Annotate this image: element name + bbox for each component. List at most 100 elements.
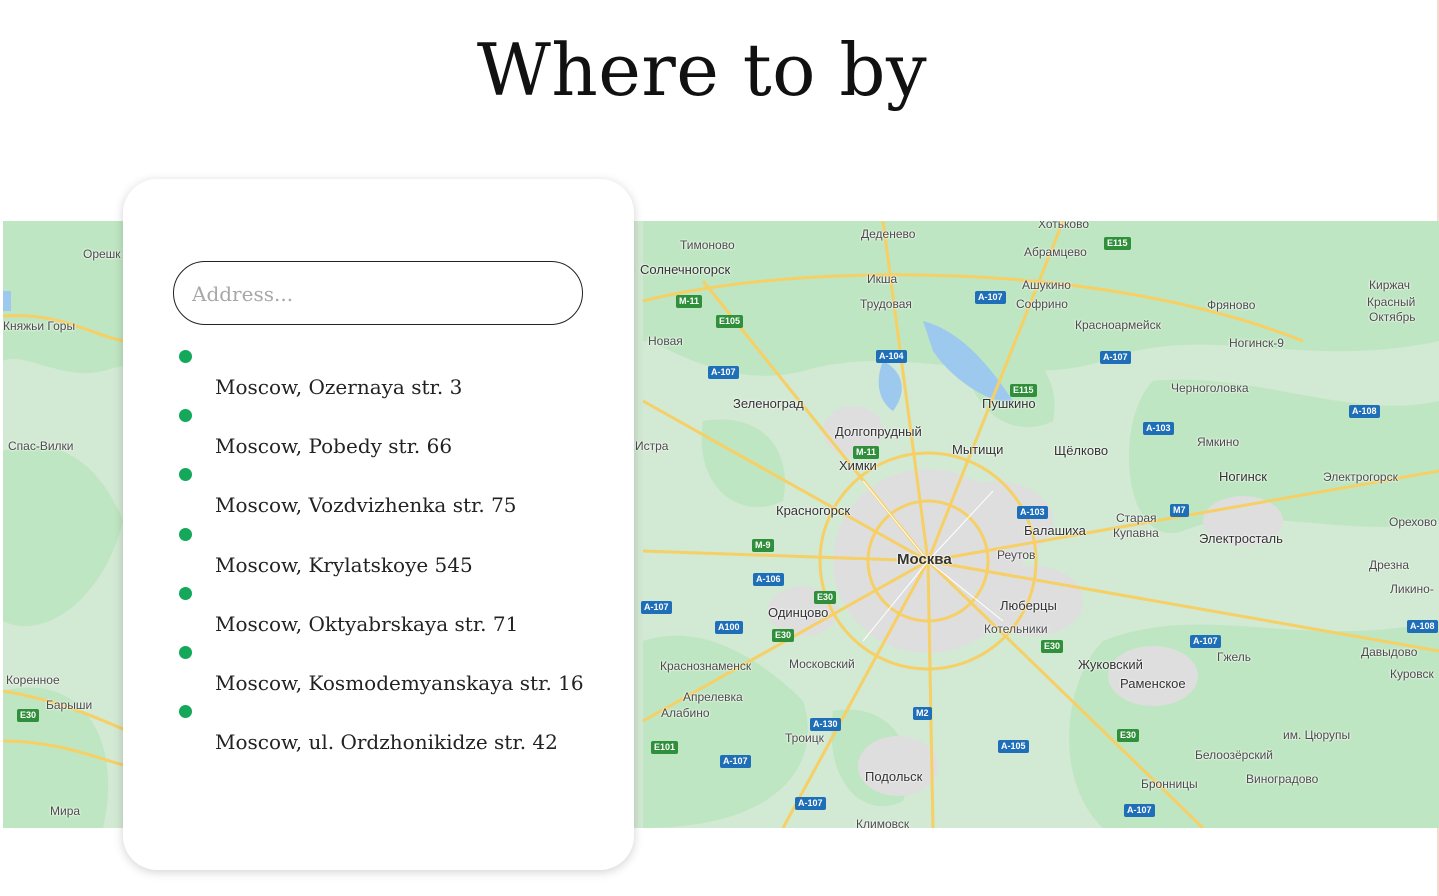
map-label: Реутов: [997, 548, 1036, 562]
road-shield: E30: [1041, 640, 1064, 653]
map-label: Абрамцево: [1024, 245, 1087, 259]
address-list-item[interactable]: Moscow, Vozdvizhenka str. 75: [123, 465, 634, 524]
map-label: Орешк: [83, 247, 121, 261]
map-label: Ликино-: [1390, 582, 1434, 596]
address-search-box[interactable]: [173, 261, 583, 325]
address-text[interactable]: Moscow, ul. Ordzhonikidze str. 42: [215, 730, 558, 754]
location-marker-icon: [179, 586, 192, 600]
map-label: Московский: [789, 657, 855, 671]
map-label: Люберцы: [1000, 598, 1057, 613]
road-shield: A-108: [1349, 405, 1380, 418]
address-list-item[interactable]: Moscow, Oktyabrskaya str. 71: [123, 584, 634, 643]
road-shield: A-107: [1124, 804, 1155, 817]
address-list-item[interactable]: Moscow, Krylatskoye 545: [123, 525, 634, 584]
map-label: Котельники: [984, 622, 1048, 636]
location-marker-icon: [179, 350, 192, 363]
map-label: Коренное: [6, 673, 60, 687]
map-label: Истра: [635, 439, 669, 453]
road-shield: A-107: [975, 291, 1006, 304]
location-marker-icon: [179, 645, 192, 659]
map-label: Белоозёрский: [1195, 748, 1274, 762]
map-label: Электросталь: [1199, 531, 1283, 546]
road-shield: A-103: [1143, 422, 1174, 435]
address-list-item[interactable]: Moscow, Kosmodemyanskaya str. 16: [123, 643, 634, 702]
road-shield: A-107: [641, 601, 672, 614]
map-label: Красный: [1367, 295, 1416, 309]
address-list-item[interactable]: Moscow, Pobedy str. 66: [123, 406, 634, 465]
map-label: Долгопрудный: [835, 424, 922, 439]
map-label: Зеленоград: [733, 396, 804, 411]
map-label: Октябрь: [1369, 310, 1416, 324]
road-shield: A-106: [753, 573, 784, 586]
address-search-input[interactable]: [190, 262, 564, 325]
map-label: Трудовая: [860, 297, 912, 311]
map-label: Балашиха: [1024, 523, 1086, 538]
store-locator-card: Moscow, Ozernaya str. 3 Moscow, Pobedy s…: [123, 179, 634, 870]
map-label: Краснознаменск: [660, 659, 752, 673]
road-shield: A-107: [1190, 635, 1221, 648]
address-list-item[interactable]: Moscow, ul. Ordzhonikidze str. 42: [123, 702, 634, 761]
map-label: Солнечногорск: [640, 262, 731, 277]
road-shield: A-108: [1407, 620, 1438, 633]
road-shield: A-107: [795, 797, 826, 810]
address-text[interactable]: Moscow, Oktyabrskaya str. 71: [215, 612, 518, 636]
map-label: Тимоново: [680, 238, 735, 252]
road-shield: E105: [716, 315, 744, 328]
map-label: Апрелевка: [683, 690, 743, 704]
road-shield: M-9: [752, 539, 774, 552]
map-label-capital: Москва: [897, 551, 952, 568]
map-label: Икша: [867, 272, 898, 286]
road-shield: A-107: [720, 755, 751, 768]
map-label: Троицк: [785, 731, 824, 745]
address-text[interactable]: Moscow, Vozdvizhenka str. 75: [215, 493, 517, 517]
address-text[interactable]: Moscow, Pobedy str. 66: [215, 434, 452, 458]
map-label: Мира: [50, 804, 81, 818]
map-label: Ямкино: [1197, 435, 1240, 449]
road-shield: M7: [1170, 504, 1189, 517]
road-shield: E30: [772, 629, 795, 642]
road-shield: A-130: [810, 718, 841, 731]
road-shield: E115: [1010, 384, 1037, 397]
map-label: Орехово: [1389, 515, 1437, 529]
map-label: им. Цюрупы: [1283, 728, 1351, 742]
address-text[interactable]: Moscow, Krylatskoye 545: [215, 553, 473, 577]
map-label: Купавна: [1113, 526, 1159, 540]
map-label: Ногинск-9: [1229, 336, 1284, 350]
map-label: Жуковский: [1078, 657, 1143, 672]
address-list: Moscow, Ozernaya str. 3 Moscow, Pobedy s…: [123, 347, 634, 761]
map-label: Давыдово: [1361, 645, 1418, 659]
map-label: Новая: [648, 334, 683, 348]
map-label: Химки: [839, 458, 877, 473]
location-marker-icon: [179, 527, 192, 541]
map-label: Хотьково: [1038, 221, 1089, 231]
map-label: Киржач: [1369, 278, 1411, 292]
map-label: Климовск: [856, 817, 910, 828]
road-shield: E115: [1104, 237, 1131, 250]
map-label: Красногорск: [776, 503, 851, 518]
address-text[interactable]: Moscow, Kosmodemyanskaya str. 16: [215, 671, 584, 695]
map-label: Гжель: [1217, 650, 1252, 664]
map-label: Куровск: [1390, 667, 1434, 681]
map-label: Ашукино: [1022, 278, 1071, 292]
map-label: Красноармейск: [1075, 318, 1161, 332]
map-label: Раменское: [1120, 676, 1186, 691]
map-label: Виноградово: [1246, 772, 1319, 786]
road-shield: A-104: [876, 350, 907, 363]
map-label: Барыши: [46, 698, 93, 712]
map-label: Мытищи: [952, 442, 1004, 457]
map-label: Фряново: [1207, 298, 1256, 312]
address-list-item[interactable]: Moscow, Ozernaya str. 3: [123, 347, 634, 406]
road-shield: M-11: [676, 295, 703, 308]
map-label: Софрино: [1016, 297, 1068, 311]
map-label: Электрогорск: [1323, 470, 1398, 484]
map-label: Алабино: [661, 706, 710, 720]
location-marker-icon: [179, 468, 192, 482]
road-shield: M2: [913, 707, 932, 720]
address-text[interactable]: Moscow, Ozernaya str. 3: [215, 375, 462, 399]
map-label: Старая: [1116, 511, 1157, 525]
road-shield: A-107: [1100, 351, 1131, 364]
road-shield: A-103: [1017, 506, 1048, 519]
map-label: Черноголовка: [1171, 381, 1249, 395]
road-shield: E101: [651, 741, 679, 754]
map-label: Одинцово: [768, 605, 829, 620]
